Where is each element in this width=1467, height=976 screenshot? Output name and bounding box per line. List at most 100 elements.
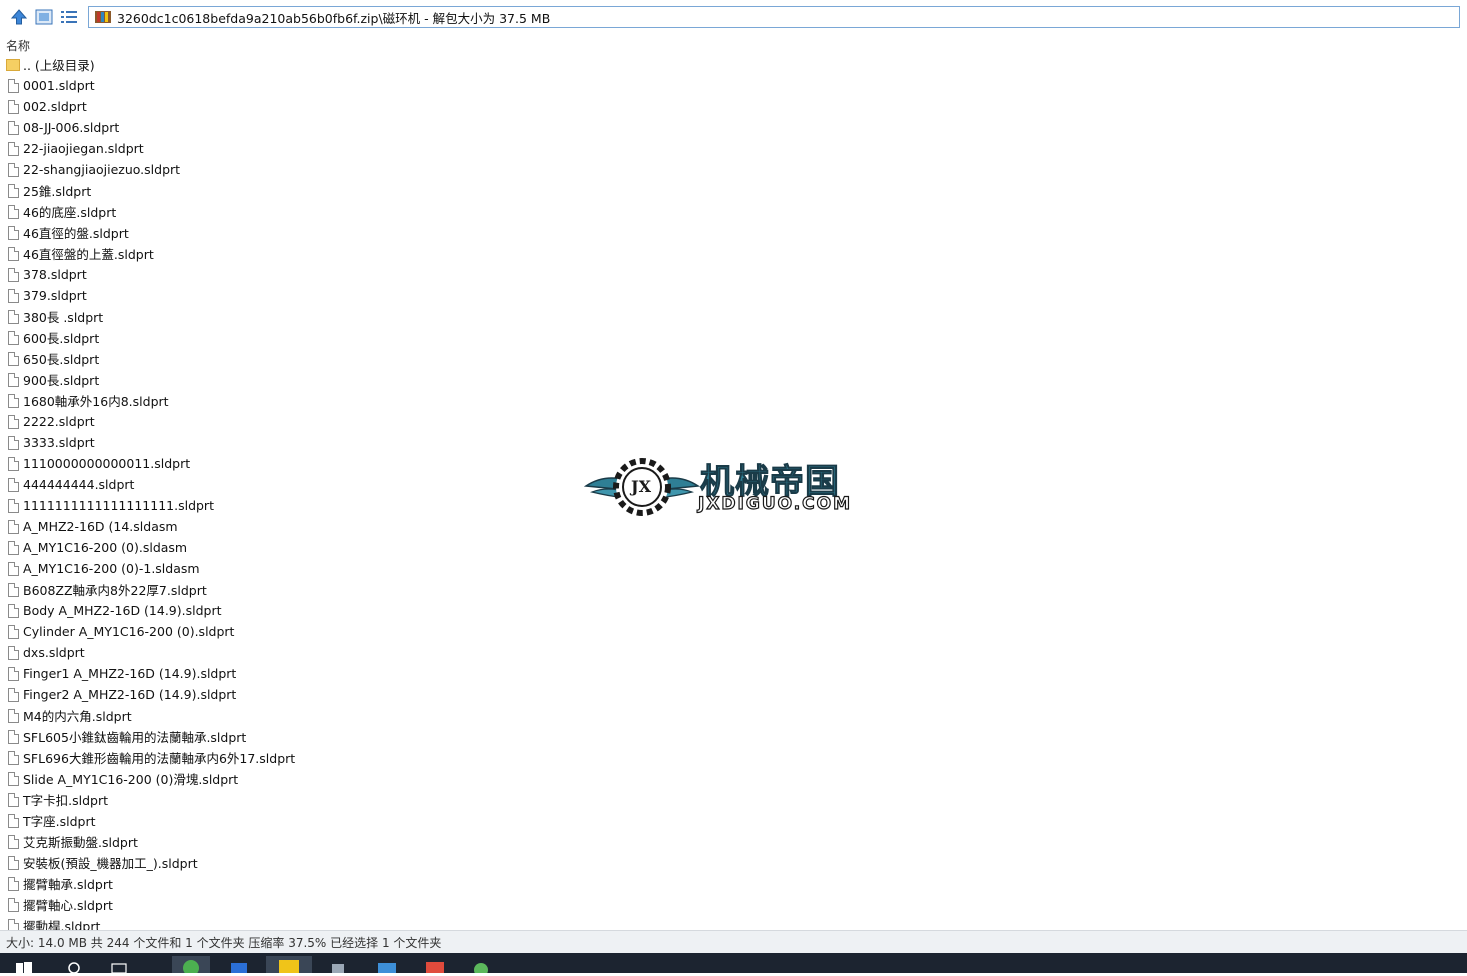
file-icon [8,540,19,555]
address-bar[interactable]: 3260dc1c0618befda9a210ab56b0fb6f.zip\磁环机… [88,6,1460,28]
file-row[interactable]: 380長 .sldprt [0,306,1467,327]
taskbar-app-browser[interactable] [172,956,210,976]
file-name: 1680軸承外16内8.sldprt [23,394,169,409]
file-name: T字卡扣.sldprt [23,793,109,808]
file-row[interactable]: SFL605小錐鈦齒輪用的法蘭軸承.sldprt [0,726,1467,747]
thumbnail-view-icon[interactable] [33,7,55,27]
file-icon [8,750,19,765]
watermark-badge: JX [631,477,651,496]
file-row[interactable]: 艾克斯振動盤.sldprt [0,831,1467,852]
file-name: A_MY1C16-200 (0)-1.sldasm [23,561,200,576]
file-name: 0001.sldprt [23,78,95,93]
status-bar: 大小: 14.0 MB 共 244 个文件和 1 个文件夹 压缩率 37.5% … [0,930,1467,953]
file-row[interactable]: 46直徑盤的上蓋.sldprt [0,243,1467,264]
address-path: 3260dc1c0618befda9a210ab56b0fb6f.zip\磁环机… [117,10,551,26]
file-row[interactable]: 46的底座.sldprt [0,201,1467,222]
file-icon [8,330,19,345]
file-row[interactable]: 379.sldprt [0,285,1467,306]
file-row[interactable]: Finger1 A_MHZ2-16D (14.9).sldprt [0,663,1467,684]
file-icon [8,834,19,849]
file-row[interactable]: 擺臂軸承.sldprt [0,873,1467,894]
taskbar-app-pdf[interactable] [424,961,446,973]
file-name: 擺臂軸心.sldprt [23,898,113,913]
file-icon [8,141,19,156]
taskbar-app-blue[interactable] [229,961,249,973]
file-row[interactable]: 22-shangjiaojiezuo.sldprt [0,159,1467,180]
file-name: Finger2 A_MHZ2-16D (14.9).sldprt [23,687,237,702]
file-icon [8,162,19,177]
file-row[interactable]: T字卡扣.sldprt [0,789,1467,810]
file-name: Body A_MHZ2-16D (14.9).sldprt [23,603,222,618]
task-view-icon[interactable] [110,961,130,974]
file-row[interactable]: B608ZZ軸承内8外22厚7.sldprt [0,579,1467,600]
file-name: 22-jiaojiegan.sldprt [23,141,144,156]
details-list-icon[interactable] [58,7,80,27]
file-row[interactable]: 擺動桿.sldprt [0,915,1467,930]
file-row[interactable]: 22-jiaojiegan.sldprt [0,138,1467,159]
file-icon [8,897,19,912]
taskbar-app-archive[interactable] [266,956,312,973]
watermark-en-text: JXDIGUO.COM [697,493,853,514]
file-row[interactable]: SFL696大錐形齒輪用的法蘭軸承内6外17.sldprt [0,747,1467,768]
windows-start-icon[interactable] [16,961,32,973]
file-name: 378.sldprt [23,267,87,282]
file-icon [8,78,19,93]
file-name: 3333.sldprt [23,435,95,450]
file-icon [8,456,19,471]
file-icon [8,414,19,429]
file-name: 2222.sldprt [23,414,95,429]
search-icon[interactable] [66,961,82,974]
file-row[interactable]: Cylinder A_MY1C16-200 (0).sldprt [0,621,1467,642]
file-row[interactable]: 378.sldprt [0,264,1467,285]
taskbar-app-pen[interactable] [328,961,348,973]
file-icon [8,624,19,639]
file-icon [8,855,19,870]
file-icon [8,309,19,324]
file-name: SFL696大錐形齒輪用的法蘭軸承内6外17.sldprt [23,751,296,766]
file-icon [8,99,19,114]
file-name: A_MHZ2-16D (14.sldasm [23,519,178,534]
file-row[interactable]: 0001.sldprt [0,75,1467,96]
file-row[interactable]: 2222.sldprt [0,411,1467,432]
taskbar-app-wechat[interactable] [470,961,492,976]
file-icon [8,876,19,891]
file-name: 380長 .sldprt [23,310,104,325]
file-row[interactable]: 安裝板(預設_機器加工_).sldprt [0,852,1467,873]
file-row[interactable]: 擺臂軸心.sldprt [0,894,1467,915]
file-row[interactable]: dxs.sldprt [0,642,1467,663]
file-row[interactable]: 900長.sldprt [0,369,1467,390]
file-row[interactable]: 25錐.sldprt [0,180,1467,201]
taskbar-app-store[interactable] [375,961,399,973]
file-name: SFL605小錐鈦齒輪用的法蘭軸承.sldprt [23,730,247,745]
file-row[interactable]: 1680軸承外16内8.sldprt [0,390,1467,411]
file-row[interactable]: Slide A_MY1C16-200 (0)滑塊.sldprt [0,768,1467,789]
up-arrow-icon[interactable] [8,7,30,27]
file-icon [8,288,19,303]
file-icon [8,666,19,681]
file-icon [8,435,19,450]
file-row[interactable]: A_MY1C16-200 (0)-1.sldasm [0,558,1467,579]
file-icon [8,582,19,597]
file-name: B608ZZ軸承内8外22厚7.sldprt [23,583,207,598]
parent-folder-row[interactable]: .. (上级目录) [0,54,1467,75]
file-row[interactable]: A_MY1C16-200 (0).sldasm [0,537,1467,558]
file-row[interactable]: Body A_MHZ2-16D (14.9).sldprt [0,600,1467,621]
file-name: 46的底座.sldprt [23,205,117,220]
file-row[interactable]: 46直徑的盤.sldprt [0,222,1467,243]
file-row[interactable]: M4的内六角.sldprt [0,705,1467,726]
status-text: 大小: 14.0 MB 共 244 个文件和 1 个文件夹 压缩率 37.5% … [6,936,442,950]
file-row[interactable]: 600長.sldprt [0,327,1467,348]
file-row[interactable]: Finger2 A_MHZ2-16D (14.9).sldprt [0,684,1467,705]
file-row[interactable]: 002.sldprt [0,96,1467,117]
column-name-header[interactable]: 名称 [6,37,30,54]
file-row[interactable]: 08-JJ-006.sldprt [0,117,1467,138]
file-icon [8,813,19,828]
file-icon [8,120,19,135]
file-name: 擺臂軸承.sldprt [23,877,113,892]
file-name: T字座.sldprt [23,814,96,829]
file-row[interactable]: 3333.sldprt [0,432,1467,453]
file-name: Cylinder A_MY1C16-200 (0).sldprt [23,624,235,639]
file-row[interactable]: T字座.sldprt [0,810,1467,831]
file-icon [8,351,19,366]
file-row[interactable]: 650長.sldprt [0,348,1467,369]
